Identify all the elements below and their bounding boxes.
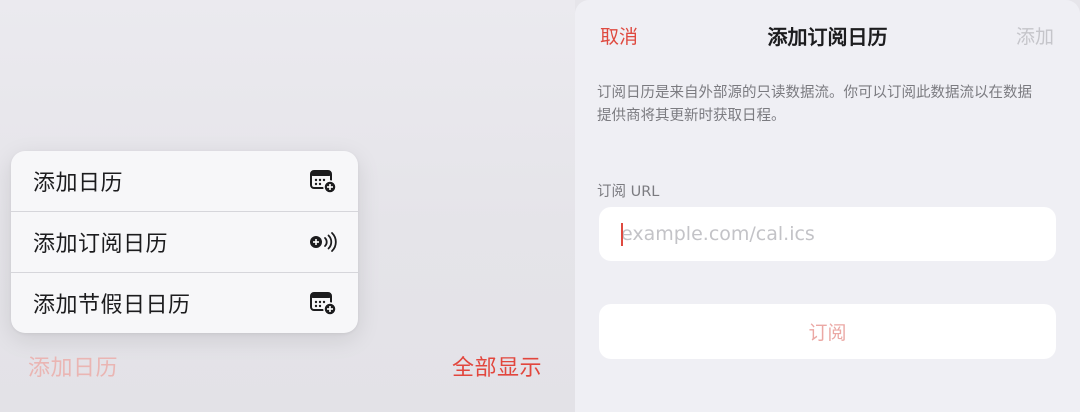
calendar-add-icon xyxy=(308,291,338,315)
show-all-button[interactable]: 全部显示 xyxy=(452,350,542,382)
menu-item-label: 添加日历 xyxy=(33,171,124,196)
calendar-list-panel: 添加日历 添加订阅日历 添加节假日日历 添加日历 全部显示 xyxy=(0,0,575,412)
sheet-title: 添加订阅日历 xyxy=(767,25,888,49)
sheet-description: 订阅日历是来自外部源的只读数据流。你可以订阅此数据流以在数据提供商将其更新时获取… xyxy=(597,85,1032,124)
menu-item-add-holiday-calendar[interactable]: 添加节假日日历 xyxy=(11,273,358,333)
url-input[interactable] xyxy=(599,207,1056,261)
add-calendar-button[interactable]: 添加日历 xyxy=(28,350,118,382)
menu-item-label: 添加订阅日历 xyxy=(33,232,169,257)
calendar-add-icon xyxy=(308,169,338,193)
menu-item-add-calendar[interactable]: 添加日历 xyxy=(11,151,358,211)
menu-item-label: 添加节假日日历 xyxy=(33,293,191,318)
cancel-button[interactable]: 取消 xyxy=(600,22,638,49)
menu-item-add-subscribed-calendar[interactable]: 添加订阅日历 xyxy=(11,212,358,272)
add-calendar-menu: 添加日历 添加订阅日历 添加节假日日历 xyxy=(11,151,358,333)
url-section-label: 订阅 URL xyxy=(597,184,660,200)
text-caret xyxy=(621,223,623,246)
subscribe-button[interactable]: 订阅 xyxy=(599,304,1056,359)
url-field-container xyxy=(599,207,1056,261)
add-subscribed-calendar-sheet: 添加订阅日历 取消 添加 订阅日历是来自外部源的只读数据流。你可以订阅此数据流以… xyxy=(575,0,1080,412)
subscribe-button-label: 订阅 xyxy=(808,322,847,344)
broadcast-add-icon xyxy=(308,230,338,254)
add-button[interactable]: 添加 xyxy=(1016,22,1054,49)
